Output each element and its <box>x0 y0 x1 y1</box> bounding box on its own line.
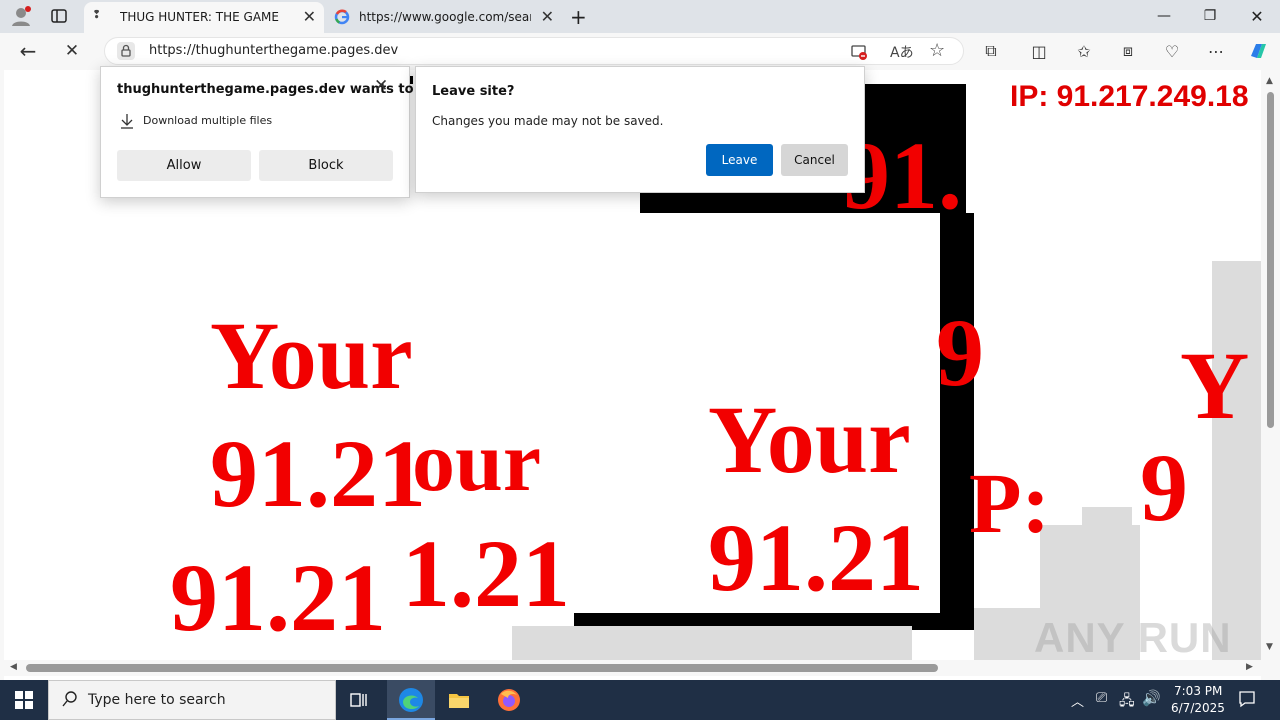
meet-now-icon[interactable]: ⎚ <box>1096 690 1107 706</box>
url-text: https://thughunterthegame.pages.dev <box>149 43 399 58</box>
split-screen-icon[interactable]: ◫ <box>1027 39 1051 63</box>
favorite-star-icon[interactable]: ☆ <box>929 40 945 61</box>
scroll-left-icon[interactable]: ◀ <box>10 662 17 672</box>
browser-essentials-icon[interactable]: ♡ <box>1160 39 1184 63</box>
restore-icon[interactable]: ❐ <box>1187 0 1233 32</box>
new-tab-icon[interactable]: + <box>570 5 587 29</box>
clock-time[interactable]: 7:03 PM <box>1174 684 1222 698</box>
ip-fragment: P: <box>969 455 1051 551</box>
tab-google-search[interactable]: https://www.google.com/search ✕ <box>326 2 562 33</box>
download-permission-popup: thughunterthegame.pages.dev wants to ✕ D… <box>100 66 414 198</box>
ip-fragment: 9 <box>1140 434 1188 541</box>
notifications-icon[interactable] <box>1238 690 1256 712</box>
black-block <box>940 213 974 630</box>
dialog-title: Leave site? <box>432 84 515 99</box>
task-view-icon[interactable] <box>349 690 369 714</box>
back-icon[interactable]: ← <box>16 39 40 63</box>
google-favicon-icon <box>334 9 350 28</box>
clock-date[interactable]: 6/7/2025 <box>1171 701 1225 715</box>
collections-icon[interactable]: ⧈ <box>1116 39 1140 63</box>
copilot-icon[interactable] <box>1246 39 1270 63</box>
scrollbar-thumb[interactable] <box>26 664 938 672</box>
edge-taskbar-icon[interactable] <box>387 680 435 720</box>
gray-box <box>974 608 1042 660</box>
popup-title: thughunterthegame.pages.dev wants to <box>117 82 414 97</box>
file-explorer-icon[interactable] <box>448 690 470 714</box>
gray-box <box>1212 261 1261 660</box>
ip-fragment: 91.21 <box>708 504 924 611</box>
address-bar[interactable]: https://thughunterthegame.pages.dev Aあ ☆ <box>104 37 964 65</box>
title-bar: ❢ THUG HUNTER: THE GAME ✕ https://www.go… <box>0 0 1280 33</box>
ip-fragment: 91.21 <box>210 420 426 527</box>
download-icon <box>119 112 135 134</box>
firefox-icon[interactable] <box>497 688 521 716</box>
taskbar-search-box[interactable]: Type here to search <box>48 680 336 720</box>
ip-fragment: 1.21 <box>402 520 570 627</box>
dialog-message: Changes you made may not be saved. <box>432 114 664 128</box>
page-favicon-icon: ❢ <box>92 8 102 21</box>
extensions-icon[interactable]: ⧉ <box>979 39 1003 63</box>
ip-fragment: 91.21 <box>170 544 386 651</box>
windows-start-icon[interactable] <box>15 691 33 713</box>
favorites-icon[interactable]: ✩ <box>1072 39 1096 63</box>
download-item-text: Download multiple files <box>143 114 273 127</box>
allow-button[interactable]: Allow <box>117 150 251 181</box>
search-icon <box>61 690 79 712</box>
your-text: Your <box>210 302 413 409</box>
leave-button[interactable]: Leave <box>706 144 773 176</box>
lock-icon[interactable] <box>117 42 135 60</box>
viewport-border <box>0 70 4 680</box>
your-text: Your <box>708 386 911 493</box>
leave-site-dialog: Leave site? Changes you made may not be … <box>415 66 865 193</box>
tab-actions-icon[interactable] <box>50 7 68 25</box>
tab-thug-hunter[interactable]: ❢ THUG HUNTER: THE GAME ✕ <box>84 2 324 33</box>
gray-box <box>1082 507 1132 527</box>
network-icon[interactable]: 🖧 <box>1119 690 1135 714</box>
settings-more-icon[interactable]: ⋯ <box>1204 39 1228 63</box>
stop-loading-icon[interactable]: ✕ <box>60 39 84 63</box>
volume-icon[interactable]: 🔊 <box>1142 689 1161 707</box>
tab-label: https://www.google.com/search <box>359 10 531 24</box>
close-window-icon[interactable]: ✕ <box>1234 0 1280 32</box>
scroll-corner <box>1261 660 1280 680</box>
scroll-down-icon[interactable]: ▼ <box>1266 642 1273 652</box>
scroll-right-icon[interactable]: ▶ <box>1246 662 1253 672</box>
block-button[interactable]: Block <box>259 150 393 181</box>
ip-address-label: IP: 91.217.249.18 <box>1010 80 1249 113</box>
ip-fragment: 9 <box>936 299 984 406</box>
tab-label: THUG HUNTER: THE GAME <box>120 10 279 24</box>
ip-fragment: Y <box>1180 332 1250 439</box>
vertical-scrollbar[interactable]: ▲ ▼ <box>1261 70 1280 660</box>
horizontal-scrollbar[interactable]: ◀ ▶ <box>4 660 1261 676</box>
show-hidden-icons[interactable]: ︿ <box>1071 691 1084 710</box>
taskbar: Type here to search ︿ ⎚ 🖧 🔊 7:03 PM 6/7/… <box>0 680 1280 720</box>
close-tab-icon[interactable]: ✕ <box>303 9 316 25</box>
close-tab-icon[interactable]: ✕ <box>541 9 554 25</box>
blocked-downloads-icon[interactable] <box>850 43 868 61</box>
anyrun-watermark: ANY RUN <box>1034 614 1232 660</box>
gray-box <box>512 626 912 660</box>
scrollbar-thumb[interactable] <box>1267 92 1274 428</box>
search-placeholder: Type here to search <box>88 692 226 708</box>
profile-icon[interactable] <box>10 5 32 27</box>
your-text: our <box>412 413 541 509</box>
read-aloud-icon[interactable]: Aあ <box>890 42 914 62</box>
close-popup-icon[interactable]: ✕ <box>374 76 388 96</box>
scroll-up-icon[interactable]: ▲ <box>1266 76 1273 86</box>
cancel-button[interactable]: Cancel <box>781 144 848 176</box>
minimize-icon[interactable]: — <box>1141 0 1187 32</box>
